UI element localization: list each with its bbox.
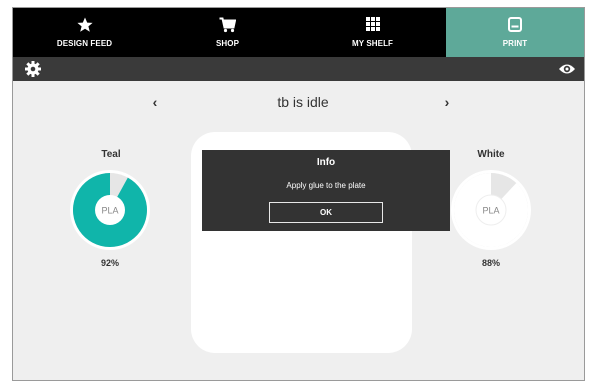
filament-left-percent: 92%: [100, 258, 119, 268]
filament-right-name: White: [477, 149, 505, 160]
nav-my-shelf[interactable]: MY SHELF: [299, 8, 446, 57]
filament-left-name: Teal: [101, 149, 121, 160]
gear-icon[interactable]: [25, 61, 41, 77]
filament-right-percent: 88%: [481, 258, 500, 268]
printer-status: tb is idle: [277, 94, 329, 110]
printer-status-row: ‹ tb is idle ›: [13, 92, 584, 112]
toolbar: [13, 57, 584, 81]
nav-label: DESIGN FEED: [56, 39, 113, 48]
nav-label: SHOP: [215, 39, 240, 48]
filament-left-material: PLA: [101, 206, 118, 216]
info-dialog: Info Apply glue to the plate OK: [202, 150, 450, 231]
nav-print[interactable]: PRINT: [446, 8, 584, 57]
dialog-message: Apply glue to the plate: [286, 181, 366, 190]
top-navigation: DESIGN FEED SHOP MY SHELF PRINT: [13, 8, 584, 57]
cart-icon: [156, 17, 299, 33]
nav-label: PRINT: [502, 39, 528, 48]
app-window: DESIGN FEED SHOP MY SHELF PRINT ‹ tb is …: [12, 7, 585, 381]
next-printer-button[interactable]: ›: [437, 92, 457, 112]
grid-icon: [299, 17, 446, 33]
nav-label: MY SHELF: [351, 39, 394, 48]
dialog-title: Info: [316, 157, 336, 168]
filament-right-material: PLA: [482, 206, 499, 216]
nav-shop[interactable]: SHOP: [156, 8, 299, 57]
eye-icon[interactable]: [558, 62, 576, 76]
prev-printer-button[interactable]: ‹: [145, 92, 165, 112]
ok-button[interactable]: OK: [269, 202, 383, 223]
filament-right-gauge[interactable]: PLA: [451, 170, 531, 250]
printer-icon: [446, 17, 584, 33]
nav-design-feed[interactable]: DESIGN FEED: [13, 8, 156, 57]
filament-left-gauge[interactable]: PLA: [70, 170, 150, 250]
star-icon: [13, 17, 156, 33]
